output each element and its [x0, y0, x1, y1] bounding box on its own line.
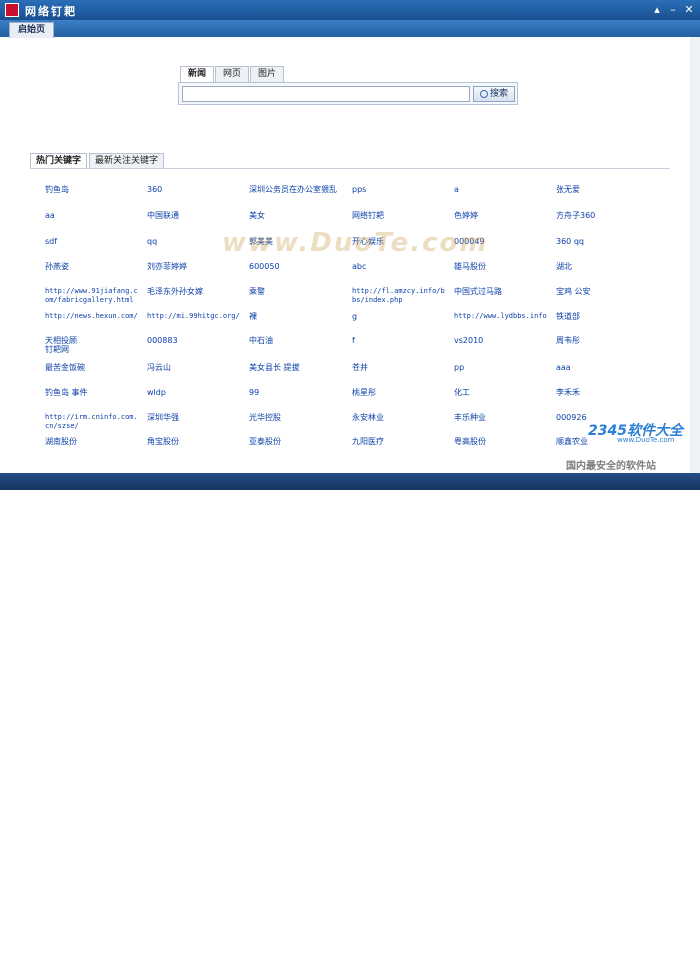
keyword-link[interactable]: 钓鱼岛 事件	[45, 388, 88, 397]
keyword-link[interactable]: 周韦彤	[556, 336, 580, 345]
search-icon	[479, 89, 488, 98]
keyword-link[interactable]: 最苦金饭碗	[45, 363, 85, 372]
keyword-link[interactable]: pps	[352, 185, 366, 194]
keyword-link[interactable]: 九阳医疗	[352, 437, 384, 446]
app-title: 网络钉耙	[25, 5, 77, 18]
keyword-link[interactable]: 毛泽东外孙女嫁	[147, 287, 203, 296]
keyword-link[interactable]: 钓鱼岛	[45, 185, 69, 194]
keyword-link[interactable]: 张无爱	[556, 185, 580, 194]
keyword-tabs: 热门关键字 最新关注关键字	[30, 153, 166, 168]
keyword-link[interactable]: 铁道部	[556, 312, 580, 321]
keyword-link[interactable]: 化工	[454, 388, 470, 397]
keyword-link[interactable]: 顺鑫农业	[556, 437, 588, 446]
keyword-link[interactable]: 99	[249, 388, 259, 397]
keyword-link[interactable]: 乘警	[249, 287, 265, 296]
keyword-link[interactable]: http://mi.99hitgc.org/	[147, 312, 240, 321]
keyword-link[interactable]: 网络钉耙	[352, 211, 384, 220]
keyword-link[interactable]: 桃星彤	[352, 388, 376, 397]
keyword-link[interactable]: http://fl.amzcy.info/bbs/index.php	[352, 287, 448, 305]
keyword-link[interactable]: abc	[352, 262, 366, 271]
keyword-link[interactable]: 600050	[249, 262, 280, 271]
status-bar: 我要反馈问题或提建议!	[0, 473, 700, 963]
keyword-link[interactable]: sdf	[45, 237, 57, 246]
divider	[30, 168, 670, 169]
search-button[interactable]: 搜索	[473, 86, 515, 102]
keyword-link[interactable]: 刘亦菲婷婷	[147, 262, 187, 271]
brand-url: www.DuoTe.com	[617, 436, 675, 444]
keyword-link[interactable]: 湖北	[556, 262, 572, 271]
keyword-link[interactable]: wldp	[147, 388, 166, 397]
keyword-link[interactable]: 深圳华强	[147, 413, 179, 422]
keyword-link[interactable]: 中国联通	[147, 211, 179, 220]
keyword-link[interactable]: 亚泰股份	[249, 437, 281, 446]
keyword-link[interactable]: pp	[454, 363, 464, 372]
tab-web[interactable]: 网页	[215, 66, 250, 82]
keyword-link[interactable]: http://news.hexun.com/	[45, 312, 138, 321]
keyword-link[interactable]: 裸	[249, 312, 257, 321]
brand-slogan: 国内最安全的软件站	[566, 461, 656, 472]
keyword-link[interactable]: 角宝股份	[147, 437, 179, 446]
tab-strip: 启始页	[0, 20, 700, 38]
watermark: www.DuoTe.com	[222, 228, 489, 258]
close-icon[interactable]: ✕	[682, 3, 696, 17]
keyword-link[interactable]: 中国式过马路	[454, 287, 502, 296]
keyword-link[interactable]: 粤高股份	[454, 437, 486, 446]
keyword-link[interactable]: 天相投顾 钉耙网	[45, 336, 85, 354]
keyword-link[interactable]: 中石油	[249, 336, 273, 345]
keyword-link[interactable]: 苍井	[352, 363, 368, 372]
search-input[interactable]	[182, 86, 470, 102]
tab-news[interactable]: 新闻	[180, 66, 215, 82]
keyword-link[interactable]: 000926	[556, 413, 587, 422]
keyword-link[interactable]: aaa	[556, 363, 571, 372]
search-type-tabs: 新闻 网页 图片	[180, 66, 285, 82]
keyword-link[interactable]: 湖南股份	[45, 437, 77, 446]
scrollbar[interactable]	[690, 37, 700, 473]
feedback-link[interactable]: 我要反馈问题或提建议!	[598, 950, 692, 963]
keyword-link[interactable]: 色婷婷	[454, 211, 478, 220]
keyword-link[interactable]: http://irm.cninfo.com.cn/szse/	[45, 413, 141, 431]
keyword-link[interactable]: 孙燕姿	[45, 262, 69, 271]
keyword-link[interactable]: 000883	[147, 336, 178, 345]
tab-hot-keywords[interactable]: 热门关键字	[30, 153, 88, 168]
tab-start-page[interactable]: 启始页	[9, 22, 55, 38]
tab-latest-keywords[interactable]: 最新关注关键字	[89, 153, 165, 168]
keyword-link[interactable]: 冯云山	[147, 363, 171, 372]
keyword-link[interactable]: qq	[147, 237, 157, 246]
keyword-link[interactable]: 永安林业	[352, 413, 384, 422]
minimize-icon[interactable]: –	[666, 3, 680, 17]
keyword-link[interactable]: 深圳公务员在办公室猥乱	[249, 185, 337, 194]
title-bar: 网络钉耙 ▴ – ✕	[0, 0, 700, 20]
app-logo-icon	[5, 3, 19, 17]
keyword-link[interactable]: 光华控股	[249, 413, 281, 422]
keyword-link[interactable]: 宝鸡 公安	[556, 287, 591, 296]
keyword-link[interactable]: f	[352, 336, 355, 345]
keyword-link[interactable]: 美女	[249, 211, 265, 220]
keyword-link[interactable]: 丰乐种业	[454, 413, 486, 422]
keyword-link[interactable]: 360 qq	[556, 237, 584, 246]
keyword-link[interactable]: 360	[147, 185, 162, 194]
keyword-link[interactable]: 雄马股份	[454, 262, 486, 271]
keyword-link[interactable]: g	[352, 312, 357, 321]
keyword-link[interactable]: 方舟子360	[556, 211, 595, 220]
keyword-link[interactable]: vs2010	[454, 336, 483, 345]
keyword-link[interactable]: 美女县长 提拔	[249, 363, 300, 372]
tab-images[interactable]: 图片	[250, 66, 285, 82]
keyword-link[interactable]: aa	[45, 211, 55, 220]
keyword-link[interactable]: http://www.91jiafang.com/fabricgallery.h…	[45, 287, 141, 305]
keyword-link[interactable]: 李禾禾	[556, 388, 580, 397]
keyword-link[interactable]: http://www.lydbbs.info	[454, 312, 547, 321]
collapse-icon[interactable]: ▴	[650, 3, 664, 17]
search-button-label: 搜索	[489, 89, 508, 99]
keyword-link[interactable]: a	[454, 185, 459, 194]
